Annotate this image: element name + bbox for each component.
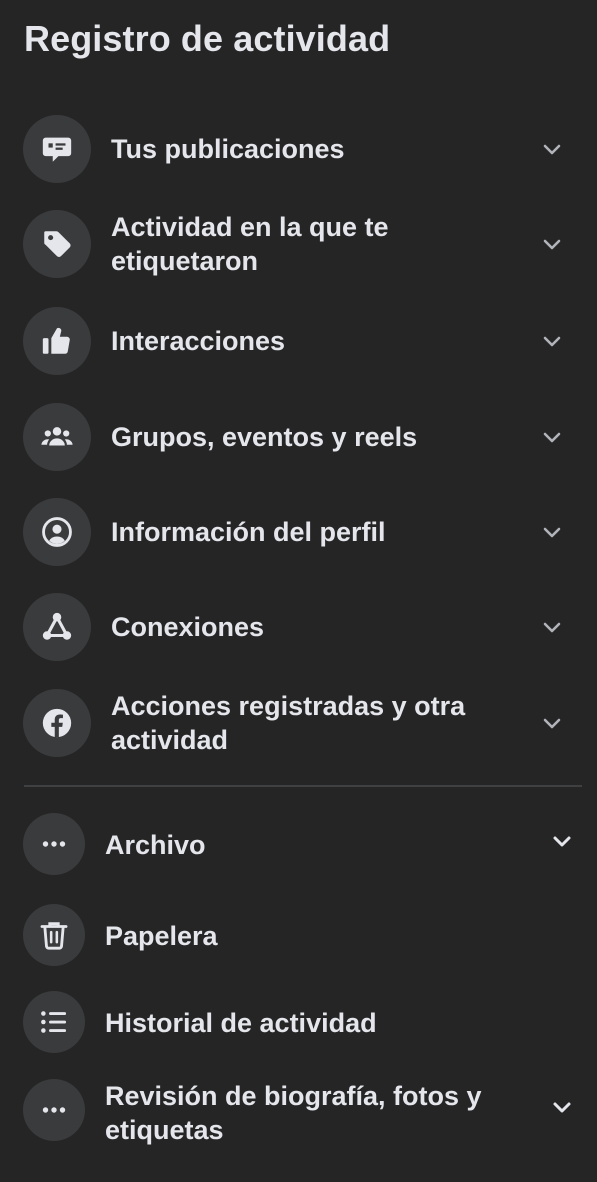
section-label: Información del perfil (111, 517, 386, 547)
tool-label: Historial de actividad (105, 1008, 377, 1038)
list-icon (23, 991, 85, 1053)
tag-icon (23, 210, 91, 278)
speech-bubble-icon (23, 115, 91, 183)
chevron-down-icon[interactable] (538, 423, 566, 451)
section-interacciones[interactable]: Interacciones (0, 307, 597, 375)
page-title: Registro de actividad (24, 18, 391, 59)
section-tus-publicaciones[interactable]: Tus publicaciones (0, 115, 597, 183)
tool-historial-actividad[interactable]: Historial de actividad (0, 991, 597, 1053)
tool-label: Revisión de biografía, fotos y etiquetas (105, 1081, 482, 1145)
divider (24, 785, 582, 787)
thumbs-up-icon (23, 307, 91, 375)
chevron-down-icon[interactable] (538, 135, 566, 163)
profile-icon (23, 498, 91, 566)
section-conexiones[interactable]: Conexiones (0, 593, 597, 661)
section-actividad-etiquetado[interactable]: Actividad en la que te etiquetaron (0, 210, 597, 278)
chevron-down-icon[interactable] (538, 230, 566, 258)
section-label: Tus publicaciones (111, 134, 345, 164)
section-acciones-registradas[interactable]: Acciones registradas y otra actividad (0, 689, 597, 757)
group-icon (23, 403, 91, 471)
tool-revision-biografia[interactable]: Revisión de biografía, fotos y etiquetas (0, 1079, 597, 1145)
network-icon (23, 593, 91, 661)
section-label: Acciones registradas y otra actividad (111, 691, 466, 755)
section-label: Interacciones (111, 326, 286, 356)
tool-label: Archivo (105, 830, 206, 860)
chevron-down-icon[interactable] (538, 613, 566, 641)
chevron-down-icon[interactable] (548, 827, 576, 855)
section-informacion-perfil[interactable]: Información del perfil (0, 498, 597, 566)
section-label: Conexiones (111, 612, 265, 642)
tool-papelera[interactable]: Papelera (0, 904, 597, 966)
chevron-down-icon[interactable] (538, 327, 566, 355)
more-icon (23, 1079, 85, 1141)
tool-label: Papelera (105, 921, 218, 951)
section-grupos-eventos-reels[interactable]: Grupos, eventos y reels (0, 403, 597, 471)
facebook-icon (23, 689, 91, 757)
more-icon (23, 813, 85, 875)
chevron-down-icon[interactable] (538, 709, 566, 737)
trash-icon (23, 904, 85, 966)
section-label: Grupos, eventos y reels (111, 422, 418, 452)
section-label: Actividad en la que te etiquetaron (111, 212, 389, 276)
tool-archivo[interactable]: Archivo (0, 813, 597, 875)
chevron-down-icon[interactable] (538, 518, 566, 546)
chevron-down-icon[interactable] (548, 1093, 576, 1121)
